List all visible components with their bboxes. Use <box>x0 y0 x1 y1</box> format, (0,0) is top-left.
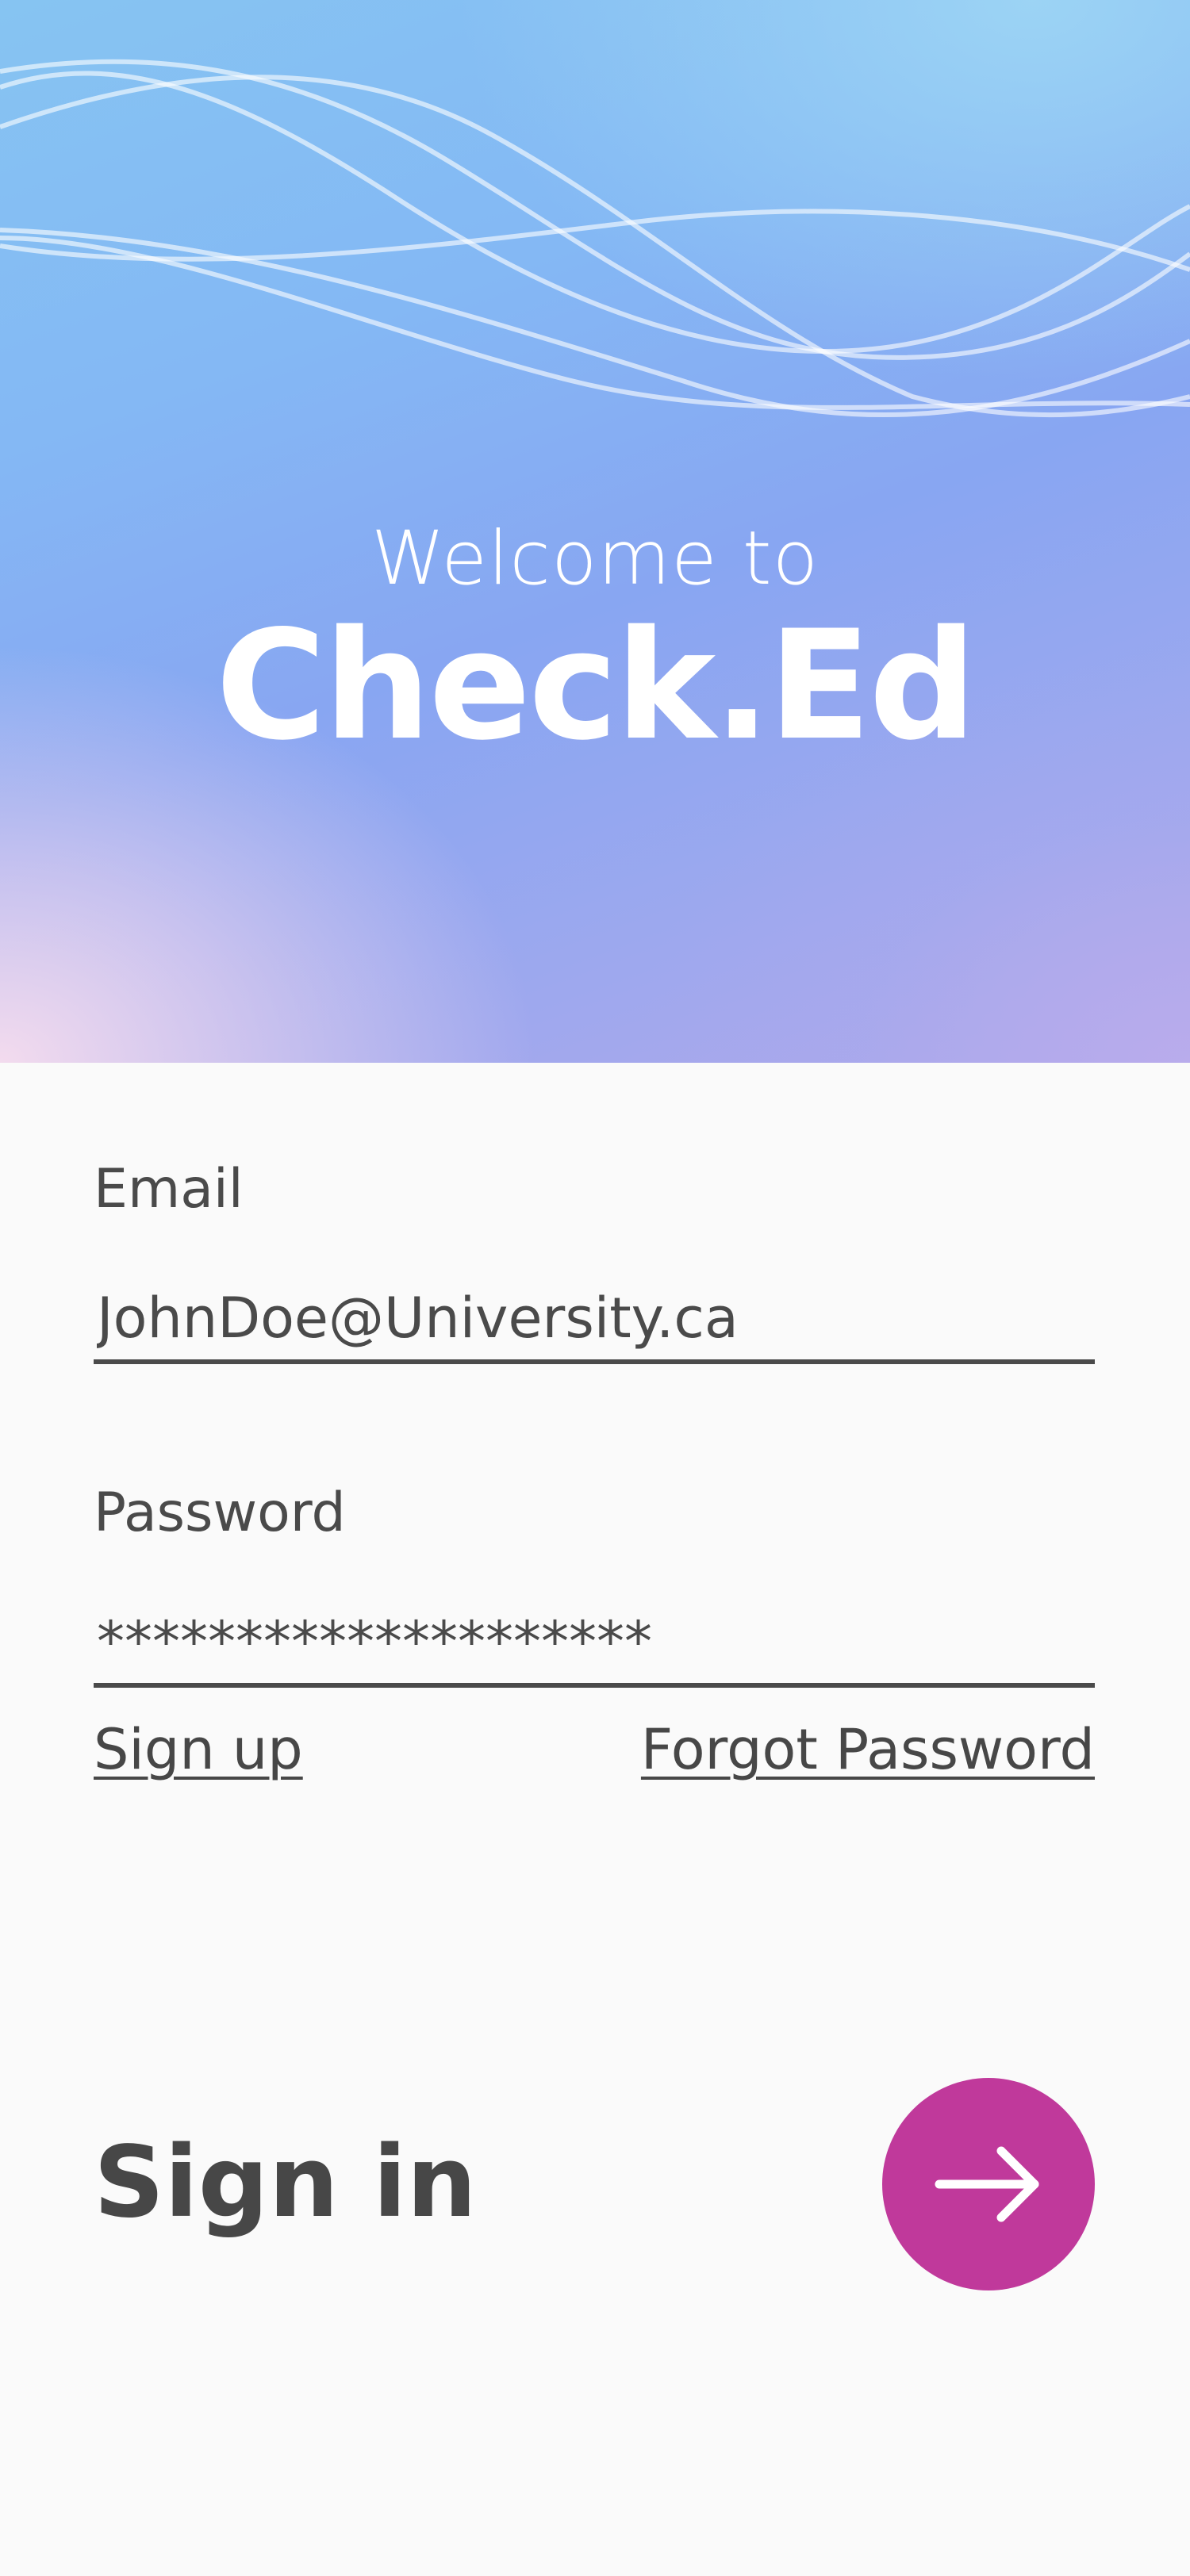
sign-in-button[interactable] <box>882 2078 1095 2290</box>
password-label: Password <box>94 1482 346 1544</box>
email-label: Email <box>94 1158 244 1221</box>
password-field[interactable] <box>94 1600 1095 1688</box>
welcome-text: Welcome to <box>370 516 820 602</box>
arrow-right-icon <box>935 2146 1039 2222</box>
decorative-waves <box>0 59 1190 418</box>
app-title: Check.Ed <box>215 598 977 773</box>
hero-banner: Welcome to Check.Ed <box>0 0 1190 1063</box>
sign-up-link[interactable]: Sign up <box>94 1717 303 1782</box>
login-screen: Welcome to Check.Ed Email Password Sign … <box>0 0 1190 2576</box>
email-field[interactable] <box>94 1277 1095 1364</box>
sign-in-label: Sign in <box>94 2126 477 2240</box>
forgot-password-link[interactable]: Forgot Password <box>641 1717 1095 1782</box>
